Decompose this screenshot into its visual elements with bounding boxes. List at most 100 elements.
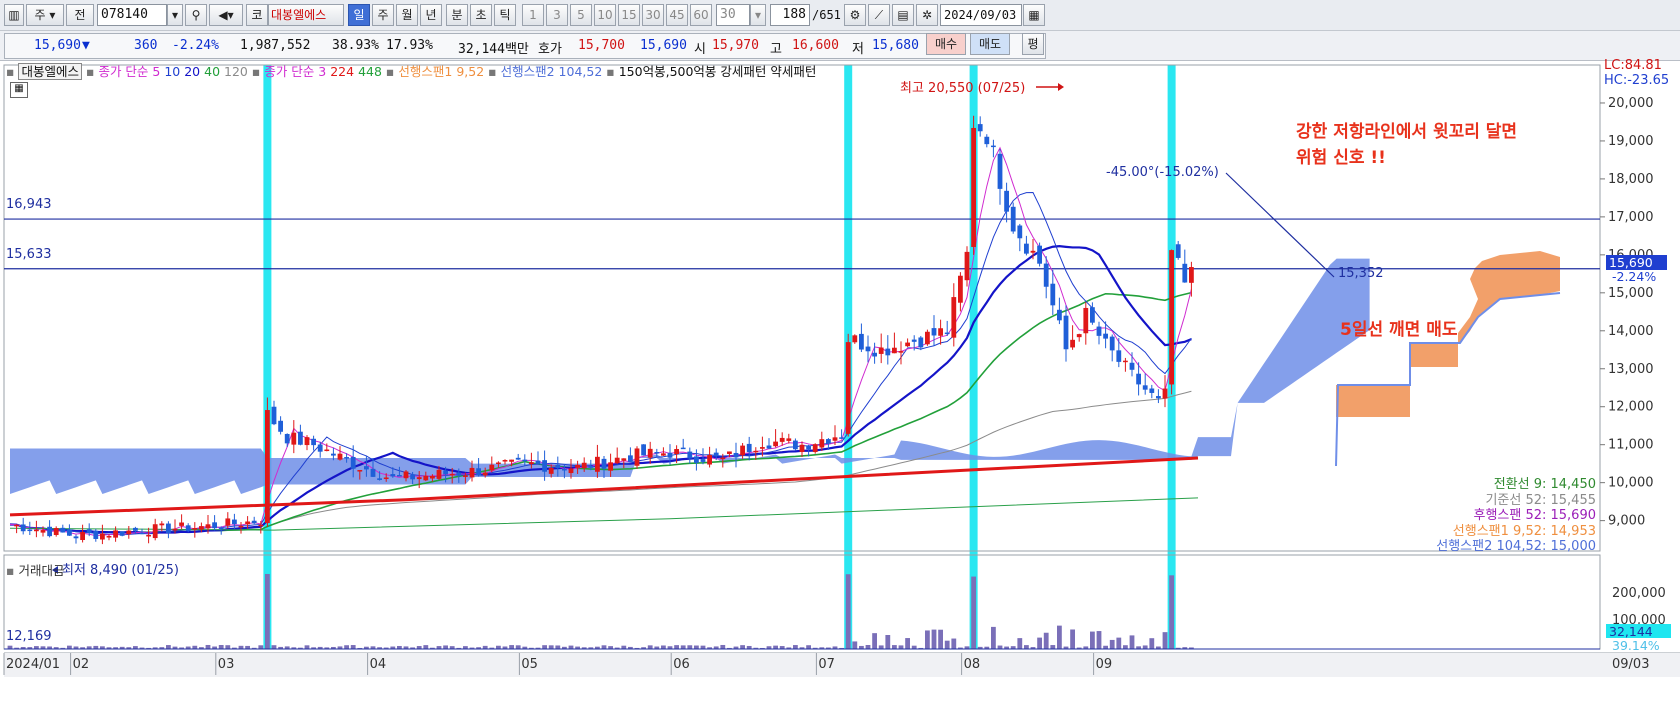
date-input[interactable]: 2024/09/03 <box>940 4 1022 26</box>
code-dropdown-icon[interactable]: ▾ <box>167 4 183 26</box>
candle-body <box>27 529 33 532</box>
buy-button[interactable]: 매수 <box>926 33 966 55</box>
count-input[interactable]: 188 <box>770 4 810 26</box>
volume-bar <box>1129 635 1135 649</box>
volume-bar <box>938 629 943 649</box>
period-day-button[interactable]: 일 <box>348 4 370 26</box>
interval-15-button[interactable]: 15 <box>618 4 640 26</box>
candle-body <box>304 437 310 446</box>
candle-body <box>654 452 660 454</box>
legend-conversion-line: 전환선 9: 14,450 <box>1493 477 1596 492</box>
volume-bar <box>898 645 904 649</box>
period-month-button[interactable]: 월 <box>396 4 418 26</box>
volume-tick-200000: 200,000 <box>1612 586 1666 601</box>
volume-bar <box>1109 639 1115 649</box>
quote-amount: 32,144백만 <box>458 42 529 57</box>
candle-body <box>674 449 679 455</box>
compare-icon[interactable]: ⚙ <box>844 4 866 26</box>
period-week-button[interactable]: 주 <box>372 4 394 26</box>
candle-body <box>1037 245 1042 264</box>
candle-body <box>1129 362 1135 370</box>
candle-body <box>449 473 455 476</box>
indicator-icon[interactable]: ⟋ <box>868 4 890 26</box>
candle-body <box>350 456 356 469</box>
interval-45-button[interactable]: 45 <box>666 4 688 26</box>
candle-body <box>311 438 316 446</box>
volume-left-value: 12,169 <box>6 629 52 644</box>
interval-input[interactable]: 30 <box>716 4 750 26</box>
trendline <box>1225 172 1335 278</box>
legend-span2: 선행스팬2 104,52 <box>500 64 603 79</box>
quote-bid2: 15,690 <box>640 38 687 53</box>
price-tick-label: 9,000 <box>1608 514 1645 529</box>
calendar-icon[interactable]: ▦ <box>1023 4 1045 26</box>
stock-code-input[interactable]: 078140 <box>97 4 167 26</box>
candle-body <box>456 472 462 476</box>
grid-toggle-icon[interactable]: ▦ <box>10 82 28 98</box>
stock-name-field[interactable]: 대봉엘에스 <box>268 4 344 26</box>
candle-body <box>601 458 607 469</box>
volume-bar <box>1057 625 1062 649</box>
candle-body <box>773 441 778 447</box>
market-select[interactable]: 주 ▾ <box>26 4 64 26</box>
volume-bar <box>218 645 224 649</box>
legend-square-icon: ▪ <box>385 64 395 79</box>
candle-body <box>80 532 85 541</box>
volume-bar <box>773 645 778 649</box>
legend-stock-name[interactable]: 대봉엘에스 <box>18 63 82 80</box>
period-tick-button[interactable]: 틱 <box>494 4 516 26</box>
legend-pattern2: 약세패턴 <box>770 64 817 79</box>
eval-button[interactable]: 평 <box>1022 33 1044 55</box>
candle-body <box>575 464 580 468</box>
candle-body <box>535 460 541 464</box>
quote-low-label: 저 <box>852 42 864 57</box>
volume-bar <box>872 633 877 649</box>
search-icon[interactable]: ⚲ <box>185 4 207 26</box>
interval-10-button[interactable]: 10 <box>594 4 616 26</box>
legend-ma10: 10 <box>164 64 181 79</box>
candle-body <box>588 466 594 468</box>
interval-dropdown-icon[interactable]: ▾ <box>750 4 766 26</box>
candle-body <box>1182 263 1188 283</box>
prev-button[interactable]: 전 <box>66 4 94 26</box>
candle-body <box>133 527 138 531</box>
price-chart[interactable]: 20,00019,00018,00017,00016,00015,00014,0… <box>0 61 1680 722</box>
candle-body <box>86 529 92 533</box>
ma10-line <box>9 191 1192 536</box>
volume-bar <box>1050 645 1056 649</box>
exchange-button[interactable]: 코 <box>246 4 268 26</box>
price-tick-label: 19,000 <box>1608 134 1654 149</box>
candle-body <box>964 251 970 281</box>
candle-body <box>621 458 627 461</box>
period-second-button[interactable]: 초 <box>470 4 492 26</box>
settings-icon[interactable]: ✲ <box>916 4 938 26</box>
interval-3-button[interactable]: 3 <box>546 4 568 26</box>
interval-5-button[interactable]: 5 <box>570 4 592 26</box>
period-year-button[interactable]: 년 <box>420 4 442 26</box>
layout-icon[interactable]: ▥ <box>4 4 24 26</box>
candle-body <box>331 453 336 456</box>
interval-30-button[interactable]: 30 <box>642 4 664 26</box>
save-icon[interactable]: ▤ <box>892 4 914 26</box>
volume-bar <box>443 645 448 649</box>
candle-body <box>634 448 640 466</box>
legend-square-icon: ▪ <box>606 64 615 79</box>
sell-button[interactable]: 매도 <box>970 33 1010 55</box>
candle-body <box>958 275 963 303</box>
volume-bar <box>304 645 310 649</box>
interval-60-button[interactable]: 60 <box>690 4 712 26</box>
count-total: /651 <box>812 8 841 22</box>
volume-bar <box>265 573 270 649</box>
candle-body <box>1103 333 1108 339</box>
candle-body <box>944 332 950 335</box>
candle-body <box>199 526 204 530</box>
candle-body <box>1063 315 1069 350</box>
candle-body <box>357 470 363 472</box>
speaker-icon[interactable]: ◀▾ <box>209 4 243 26</box>
volume-bar <box>1169 575 1174 649</box>
candle-body <box>562 468 567 471</box>
candle-body <box>1050 283 1056 306</box>
period-minute-button[interactable]: 분 <box>446 4 468 26</box>
volume-bar <box>687 645 693 649</box>
interval-1-button[interactable]: 1 <box>522 4 544 26</box>
